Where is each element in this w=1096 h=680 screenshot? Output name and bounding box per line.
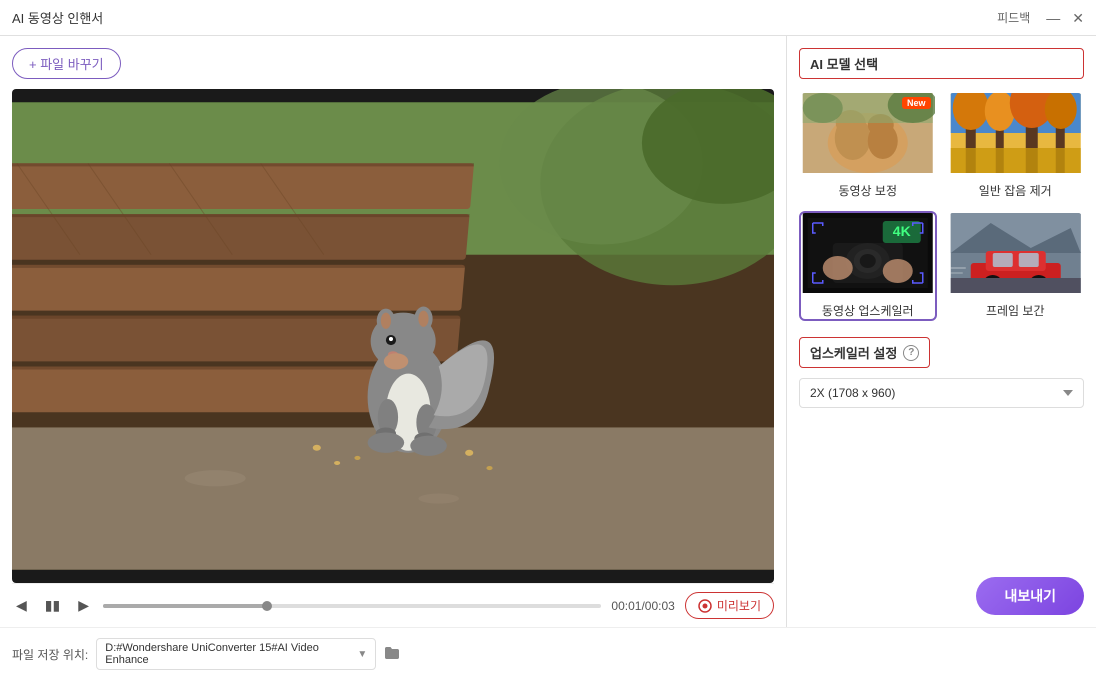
main-content: + 파일 바꾸기 xyxy=(0,36,1096,627)
right-panel: AI 모델 선택 xyxy=(786,36,1096,627)
close-button[interactable]: ✕ xyxy=(1072,11,1084,25)
model-label-frame-restore: 프레임 보간 xyxy=(949,302,1083,319)
file-path-value: D:#Wondershare UniConverter 15#AI Video … xyxy=(105,642,353,666)
app-title: AI 동영상 인핸서 xyxy=(12,8,103,27)
resolution-select[interactable]: 2X (1708 x 960) 4X (3416 x 1920) 1.5X (1… xyxy=(799,378,1084,408)
file-path-label: 파일 저장 위치: xyxy=(12,646,88,663)
title-bar-left: AI 동영상 인핸서 xyxy=(12,8,103,27)
preview-icon xyxy=(698,599,712,613)
export-button[interactable]: 내보내기 xyxy=(976,577,1084,615)
preview-label: 미리보기 xyxy=(717,597,761,614)
ai-model-section-title: AI 모델 선택 xyxy=(799,48,1084,79)
upscaler-settings-header: 업스케일러 설정 ? xyxy=(799,337,930,368)
title-bar: AI 동영상 인핸서 피드백 — ✕ xyxy=(0,0,1096,36)
new-badge: New xyxy=(902,97,931,109)
file-path-row: 파일 저장 위치: D:#Wondershare UniConverter 15… xyxy=(0,627,1096,680)
model-card-video-restore[interactable]: New 동영상 보정 xyxy=(799,91,937,201)
bottom-bar: 내보내기 xyxy=(799,565,1084,615)
model-label-noise-remove: 일반 잡음 제거 xyxy=(949,182,1083,199)
model-card-noise-remove[interactable]: 일반 잡음 제거 xyxy=(947,91,1085,201)
model-thumbnail-video-upscale: 4K xyxy=(801,213,935,293)
svg-text:4K: 4K xyxy=(893,223,911,239)
progress-bar[interactable] xyxy=(103,604,601,608)
model-grid: New 동영상 보정 xyxy=(799,91,1084,321)
left-panel: + 파일 바꾸기 xyxy=(0,36,786,627)
window-controls: — ✕ xyxy=(1046,11,1084,25)
file-path-select[interactable]: D:#Wondershare UniConverter 15#AI Video … xyxy=(96,638,376,670)
progress-dot xyxy=(262,601,272,611)
folder-icon[interactable] xyxy=(384,646,400,663)
video-controls: ◀ ▮▮ ▶ 00:01/00:03 미리보기 xyxy=(12,583,774,627)
settings-title: 업스케일러 설정 xyxy=(810,343,897,362)
rewind-button[interactable]: ◀ xyxy=(12,595,31,616)
title-bar-right: 피드백 — ✕ xyxy=(997,9,1084,26)
model-card-video-upscale[interactable]: 4K 동영상 업스케일러 xyxy=(799,211,937,321)
minimize-button[interactable]: — xyxy=(1046,11,1060,25)
progress-fill xyxy=(103,604,267,608)
video-frame xyxy=(12,89,774,583)
pause-button[interactable]: ▮▮ xyxy=(41,595,64,616)
model-card-frame-restore[interactable]: 프레임 보간 xyxy=(947,211,1085,321)
model-thumbnail-noise-remove xyxy=(949,93,1083,173)
help-icon[interactable]: ? xyxy=(903,345,919,361)
preview-button[interactable]: 미리보기 xyxy=(685,592,774,619)
play-button[interactable]: ▶ xyxy=(74,595,93,616)
model-thumbnail-frame-restore xyxy=(949,213,1083,293)
model-label-video-restore: 동영상 보정 xyxy=(801,182,935,199)
video-container xyxy=(12,89,774,583)
model-label-video-upscale: 동영상 업스케일러 xyxy=(801,302,935,319)
chevron-down-icon: ▼ xyxy=(357,649,367,660)
time-display: 00:01/00:03 xyxy=(611,599,674,613)
feedback-link[interactable]: 피드백 xyxy=(997,9,1030,26)
add-file-button[interactable]: + 파일 바꾸기 xyxy=(12,48,121,79)
